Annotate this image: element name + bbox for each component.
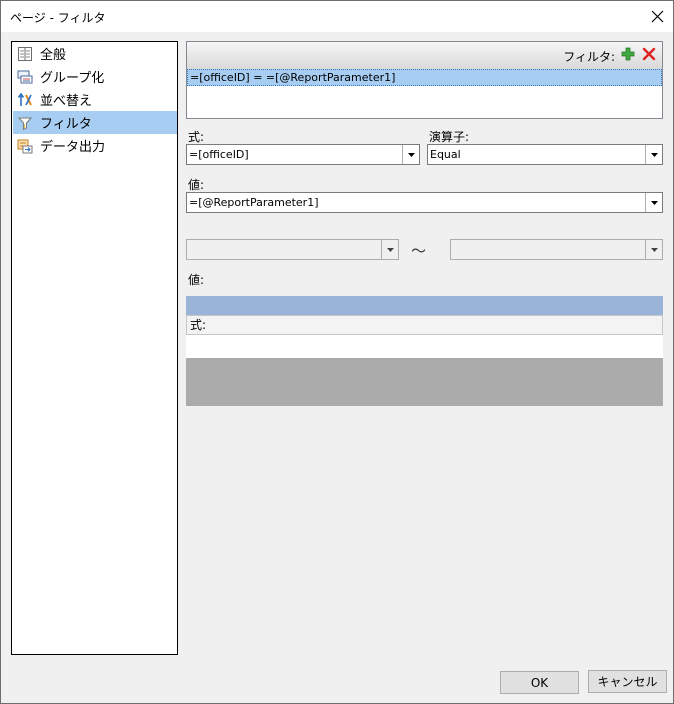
- range-to-combo[interactable]: [450, 239, 663, 260]
- sort-icon: [17, 92, 33, 108]
- range-from-dropdown-button[interactable]: [381, 240, 398, 259]
- operator-combo[interactable]: Equal: [427, 144, 663, 165]
- close-button[interactable]: [641, 1, 673, 31]
- properties-icon: [17, 46, 33, 62]
- filter-row[interactable]: =[officeID] = =[@ReportParameter1]: [187, 69, 662, 86]
- range-to-dropdown-button[interactable]: [645, 240, 662, 259]
- values-grid: 式:: [186, 296, 663, 406]
- nav-item-label: 全般: [40, 48, 67, 63]
- operator-value: Equal: [430, 148, 461, 161]
- range-from-combo[interactable]: [186, 239, 399, 260]
- nav-item-label: データ出力: [40, 140, 106, 155]
- filter-toolbar: フィルタ:: [187, 42, 662, 69]
- grouping-icon: [17, 69, 33, 85]
- value-combo[interactable]: =[@ReportParameter1]: [186, 192, 663, 213]
- add-filter-icon[interactable]: [621, 47, 635, 61]
- title-bar: ページ - フィルタ: [1, 1, 673, 32]
- nav-item-label: 並べ替え: [40, 94, 93, 109]
- window-title: ページ - フィルタ: [10, 11, 106, 25]
- nav-item-label: フィルタ: [40, 117, 92, 132]
- nav-item-general[interactable]: 全般: [13, 42, 177, 65]
- values-grid-empty-area: [186, 358, 663, 406]
- filter-list-panel: フィルタ: =[officeID] = =[@ReportParameter1]: [186, 41, 663, 119]
- expression-combo[interactable]: =[officeID]: [186, 144, 420, 165]
- ok-button[interactable]: OK: [500, 671, 579, 694]
- values-grid-header: [186, 296, 663, 315]
- values-grid-row[interactable]: [186, 335, 663, 358]
- values-grid-column-header[interactable]: 式:: [186, 315, 663, 335]
- operator-label: 演算子:: [429, 130, 470, 144]
- value-value: =[@ReportParameter1]: [189, 196, 319, 209]
- filter-toolbar-label: フィルタ:: [563, 50, 615, 64]
- remove-filter-icon[interactable]: [642, 47, 656, 61]
- chevron-down-icon: [650, 152, 658, 157]
- nav-item-label: グループ化: [40, 71, 105, 86]
- chevron-down-icon: [386, 247, 394, 252]
- close-icon: [651, 10, 663, 22]
- expression-dropdown-button[interactable]: [402, 145, 419, 164]
- chevron-down-icon: [407, 152, 415, 157]
- nav-item-sort[interactable]: 並べ替え: [13, 88, 177, 111]
- nav-item-filter[interactable]: フィルタ: [13, 111, 177, 134]
- range-separator: ～: [411, 242, 427, 260]
- value-dropdown-button[interactable]: [645, 193, 662, 212]
- chevron-down-icon: [650, 200, 658, 205]
- category-list: 全般 グループ化 並べ替え フィルタ データ出力: [11, 41, 178, 655]
- operator-dropdown-button[interactable]: [645, 145, 662, 164]
- nav-item-grouping[interactable]: グループ化: [13, 65, 177, 88]
- expression-value: =[officeID]: [189, 148, 249, 161]
- values-list-label: 値:: [188, 273, 205, 287]
- expression-label: 式:: [188, 130, 205, 144]
- data-output-icon: [17, 138, 33, 154]
- filter-icon: [17, 115, 33, 131]
- chevron-down-icon: [650, 247, 658, 252]
- nav-item-data-output[interactable]: データ出力: [13, 134, 177, 157]
- filter-dialog: ページ - フィルタ 全般 グループ化 並べ替え フィルタ データ出力 フィルタ…: [0, 0, 674, 704]
- cancel-button[interactable]: キャンセル: [588, 670, 667, 693]
- value-label: 値:: [188, 178, 205, 192]
